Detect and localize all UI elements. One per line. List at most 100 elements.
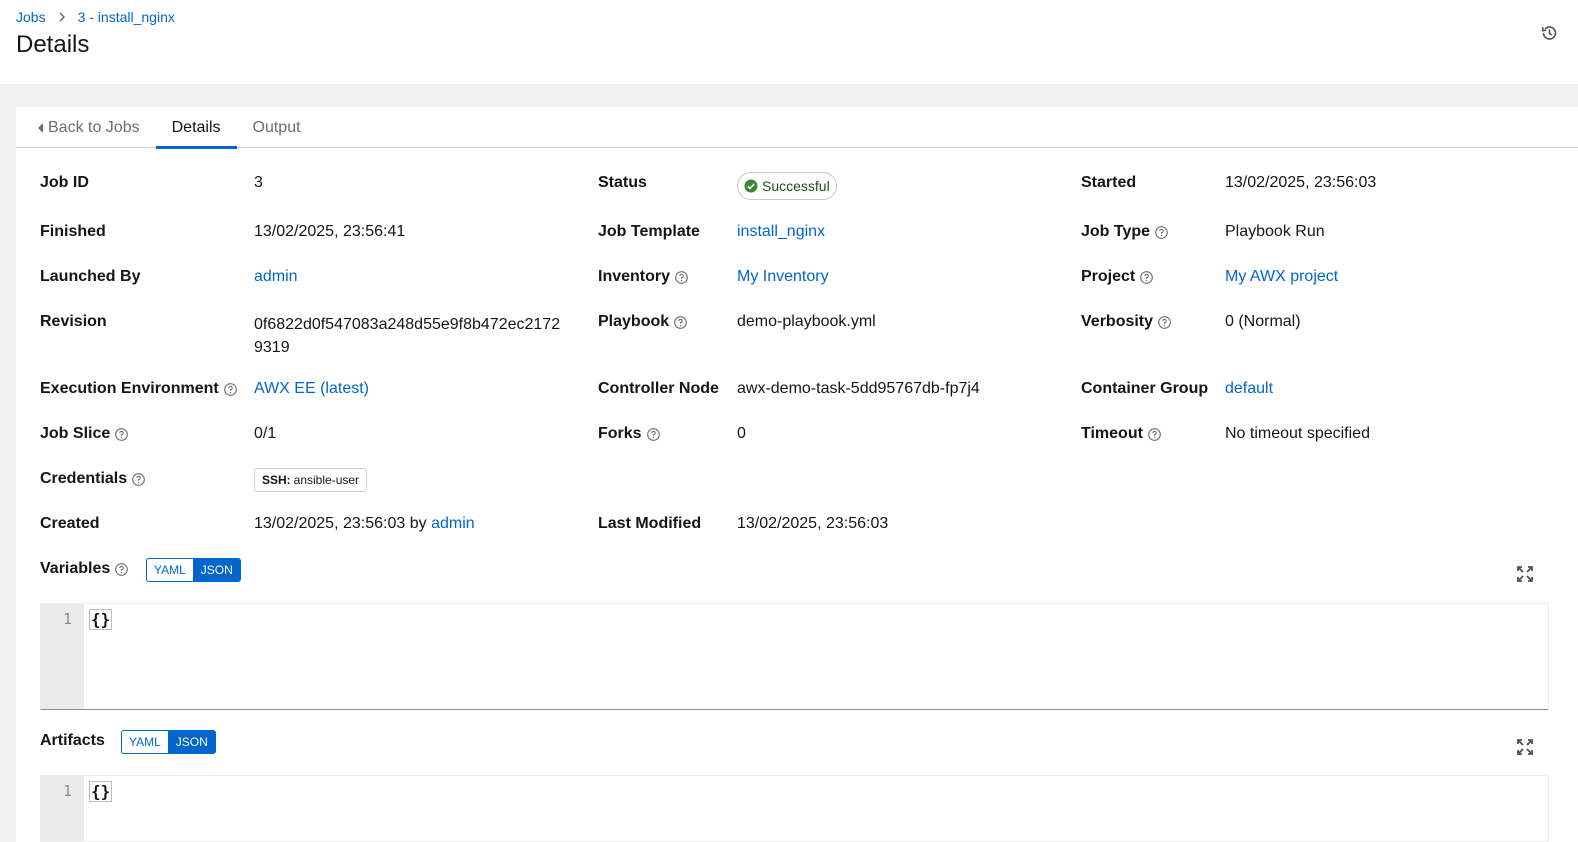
execution-environment-link[interactable]: AWX EE (latest) [254,380,369,398]
timeout-value: No timeout specified [1225,425,1370,442]
artifacts-label: Artifacts [40,732,105,749]
help-icon[interactable] [132,472,145,486]
started-value: 13/02/2025, 23:56:03 [1225,174,1377,191]
variables-format-toggle: YAML JSON [146,558,241,582]
timeout-label-text: Timeout [1081,425,1143,442]
expand-icon[interactable] [1517,739,1533,755]
finished-value: 13/02/2025, 23:56:41 [254,223,406,240]
credentials-label: Credentials [40,470,145,488]
forks-label-text: Forks [598,425,642,442]
job-type-label-text: Job Type [1081,223,1151,240]
help-icon[interactable] [646,427,660,441]
line-number: 1 [62,610,72,628]
expand-icon[interactable] [1517,566,1533,582]
job-details-card: Back to Jobs Details Output Job ID 3 Sta… [16,107,1578,842]
revision-label: Revision [40,313,107,330]
page-title: Details [16,31,90,58]
help-icon[interactable] [115,427,129,441]
help-icon[interactable] [675,270,688,284]
line-number: 1 [62,782,72,800]
line-gutter: 1 [41,604,84,709]
project-label: Project [1081,268,1154,286]
controller-node-label: Controller Node [598,380,719,397]
tab-output[interactable]: Output [237,107,317,148]
tab-back-to-jobs[interactable]: Back to Jobs [16,107,156,148]
project-label-text: Project [1081,268,1136,285]
credential-chip: SSH: ansible-user [254,468,368,492]
breadcrumb-jobs-link[interactable]: Jobs [16,9,46,25]
created-by-text: by [409,515,427,532]
credentials-label-text: Credentials [40,470,128,487]
variables-label: Variables [40,560,129,578]
page-header: Jobs 3 - install_nginx Details [0,0,1578,84]
container-group-label: Container Group [1081,380,1209,397]
status-label: Status [598,174,647,191]
help-icon[interactable] [1148,427,1161,441]
tab-details-label: Details [171,118,221,136]
help-icon[interactable] [1158,315,1171,329]
variables-label-text: Variables [40,560,111,577]
revision-value-line2: 9319 [254,339,290,356]
job-type-value: Playbook Run [1225,223,1325,240]
check-circle-icon [744,179,758,193]
job-id-value: 3 [254,174,263,191]
playbook-label-text: Playbook [598,313,670,330]
finished-label: Finished [40,223,106,240]
breadcrumb: Jobs 3 - install_nginx [16,9,175,25]
status-value: Successful [762,178,830,194]
inventory-label-text: Inventory [598,268,671,285]
container-group-link[interactable]: default [1225,380,1273,398]
help-icon[interactable] [115,562,129,576]
caret-left-icon [38,122,43,133]
help-icon[interactable] [1155,225,1168,239]
revision-value-line1: 0f6822d0f547083a248d55e9f8b472ec2172 [254,316,561,333]
verbosity-value: 0 (Normal) [1225,313,1301,330]
history-icon[interactable] [1540,24,1558,42]
last-modified-label: Last Modified [598,515,702,532]
help-icon[interactable] [674,315,687,329]
created-value: 13/02/2025, 23:56:03 by admin [254,515,475,533]
controller-node-value: awx-demo-task-5dd95767db-fp7j4 [737,380,980,397]
job-template-link[interactable]: install_nginx [737,223,825,241]
job-slice-label: Job Slice [40,425,129,443]
project-link[interactable]: My AWX project [1225,268,1338,286]
artifacts-yaml-button[interactable]: YAML [121,730,168,754]
inventory-label: Inventory [598,268,688,286]
created-by-user-link[interactable]: admin [431,515,475,532]
playbook-value: demo-playbook.yml [737,313,876,330]
code-content: {} [89,609,113,630]
inventory-link[interactable]: My Inventory [737,268,829,286]
artifacts-code-editor[interactable]: 1 {} [40,775,1549,842]
code-line: {} [89,781,113,802]
verbosity-label: Verbosity [1081,313,1171,331]
launched-by-label: Launched By [40,268,141,285]
tab-back-label: Back to Jobs [48,118,140,136]
job-slice-value: 0/1 [254,425,277,442]
status-badge: Successful [737,172,837,200]
tab-output-label: Output [252,118,301,136]
timeout-label: Timeout [1081,425,1161,443]
breadcrumb-current-link[interactable]: 3 - install_nginx [78,9,175,25]
started-label: Started [1081,174,1137,191]
launched-by-link[interactable]: admin [254,268,298,286]
revision-value: 0f6822d0f547083a248d55e9f8b472ec2172 931… [254,313,560,359]
tab-details[interactable]: Details [155,107,237,149]
variables-yaml-button[interactable]: YAML [146,558,193,582]
artifacts-json-button[interactable]: JSON [167,730,216,754]
variables-code-editor[interactable]: 1 {} [40,603,1549,710]
artifacts-format-toggle: YAML JSON [121,730,216,754]
job-type-label: Job Type [1081,223,1168,241]
forks-value: 0 [737,425,746,442]
variables-json-button[interactable]: JSON [192,558,241,582]
help-icon[interactable] [223,382,237,396]
line-gutter: 1 [41,776,84,841]
chevron-right-icon [58,12,66,22]
execution-environment-label: Execution Environment [40,380,237,398]
created-label: Created [40,515,100,532]
forks-label: Forks [598,425,660,443]
last-modified-value: 13/02/2025, 23:56:03 [737,515,889,532]
job-id-label: Job ID [40,174,89,191]
verbosity-label-text: Verbosity [1081,313,1154,330]
code-line: {} [89,609,113,630]
help-icon[interactable] [1140,270,1154,284]
